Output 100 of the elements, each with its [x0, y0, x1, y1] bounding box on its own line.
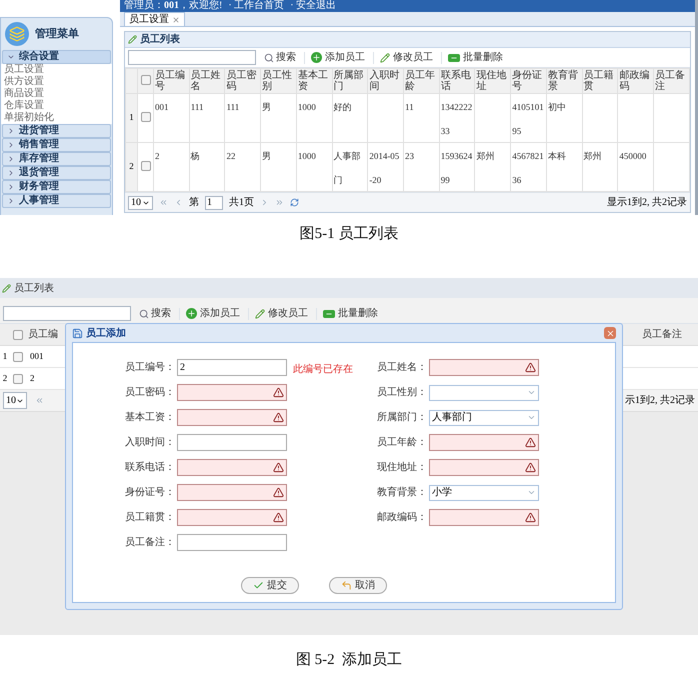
chevron-icon — [527, 388, 536, 397]
input-field[interactable] — [177, 509, 287, 526]
checkbox[interactable] — [140, 112, 150, 122]
page-size-select[interactable]: 10 — [3, 392, 27, 409]
search-icon — [139, 308, 149, 318]
column-header[interactable]: 入职时间 — [368, 68, 404, 94]
table-cell: 22 — [226, 151, 236, 161]
menu-section[interactable]: 销售管理 — [2, 138, 111, 152]
previous-page-icon[interactable] — [174, 198, 183, 207]
page-field[interactable]: 1 — [205, 196, 223, 210]
tab[interactable]: 员工设置 — [124, 12, 185, 26]
chevron-icon — [527, 488, 536, 497]
column-header[interactable]: 员工备注 — [642, 327, 698, 342]
logo-icon — [5, 22, 29, 46]
input-field[interactable] — [429, 459, 539, 476]
table-cell: 456782136 — [512, 151, 544, 185]
row-number: 2 — [2, 372, 8, 385]
menu-item[interactable]: 员工设置 — [1, 64, 112, 76]
table-cell: 11 — [405, 102, 414, 112]
first-page-icon[interactable] — [159, 198, 168, 207]
table-cell: 450000 — [619, 151, 646, 161]
toolbar-button[interactable]: 批量删除 — [441, 52, 503, 64]
checkbox[interactable] — [140, 75, 150, 85]
dialog-button[interactable]: 取消 — [329, 577, 387, 594]
page-summary: 示1到2, 共2记录 — [625, 394, 695, 408]
save-icon — [72, 328, 83, 338]
input-field[interactable] — [177, 409, 287, 426]
table-cell: 2 — [155, 151, 160, 161]
column-header[interactable]: 员工编 — [26, 327, 58, 342]
checkbox[interactable] — [140, 161, 150, 171]
last-page-icon[interactable] — [275, 198, 284, 207]
toolbar-button[interactable]: 修改员工 — [248, 308, 308, 320]
input-field[interactable] — [429, 359, 539, 376]
column-header[interactable]: 现住地址 — [474, 68, 511, 94]
panel-header: 员工列表 — [125, 32, 690, 48]
column-header[interactable]: 邮政编码 — [618, 68, 654, 94]
checkbox[interactable] — [13, 330, 23, 340]
dialog-button[interactable]: 提交 — [241, 577, 299, 594]
checkbox[interactable] — [13, 374, 23, 384]
plus-icon — [311, 52, 322, 63]
column-header[interactable]: 所属部门 — [332, 68, 368, 94]
toolbar-button[interactable]: 修改员工 — [373, 52, 433, 64]
menu-section[interactable]: 进货管理 — [2, 124, 111, 138]
input-field[interactable] — [177, 459, 287, 476]
menu-item[interactable]: 商品设置 — [1, 88, 112, 100]
search-field[interactable] — [128, 50, 256, 65]
input-field[interactable] — [429, 434, 539, 451]
menu-section[interactable]: 人事管理 — [2, 194, 111, 208]
input-field[interactable] — [177, 484, 287, 501]
column-header[interactable]: 员工备注 — [654, 68, 690, 94]
menu-section[interactable]: 库存管理 — [2, 152, 111, 166]
menu-item[interactable]: 仓库设置 — [1, 100, 112, 112]
column-header[interactable]: 员工姓名 — [189, 68, 225, 94]
toolbar-button[interactable]: 批量删除 — [316, 308, 378, 320]
select-field[interactable]: 小学 — [429, 484, 539, 500]
input-field[interactable] — [177, 534, 287, 551]
select-field[interactable]: 人事部门 — [429, 410, 539, 426]
search-button[interactable]: 搜索 — [139, 308, 171, 320]
menu-section[interactable]: 综合设置 — [2, 50, 111, 64]
select-field[interactable] — [429, 384, 539, 400]
warning-icon — [273, 462, 284, 473]
column-header[interactable]: 员工年龄 — [404, 68, 440, 94]
chevron-icon — [7, 53, 15, 61]
refresh-icon[interactable] — [290, 198, 299, 207]
field-label: 员工性别： — [376, 386, 428, 400]
column-header[interactable]: 联系电话 — [439, 68, 475, 94]
toolbar-button[interactable]: 添加员工 — [304, 52, 365, 64]
search-button[interactable]: 搜索 — [264, 52, 296, 64]
search-field[interactable] — [3, 306, 131, 321]
input-field[interactable] — [429, 509, 539, 526]
input-field[interactable] — [177, 384, 287, 401]
input-field[interactable] — [177, 434, 287, 451]
page-size-select[interactable]: 10 — [128, 196, 153, 210]
menu-section[interactable]: 财务管理 — [2, 180, 111, 194]
menu-item[interactable]: 单据初始化 — [1, 112, 112, 124]
first-page-icon[interactable] — [35, 396, 44, 405]
field-label: 员工密码： — [124, 386, 176, 400]
menu-item[interactable]: 供方设置 — [1, 76, 112, 88]
plus-icon — [186, 308, 197, 319]
input-field[interactable]: 2 — [177, 359, 287, 376]
close-icon[interactable] — [172, 16, 180, 24]
next-page-icon[interactable] — [260, 198, 269, 207]
sidebar-title: 管理菜单 — [35, 26, 79, 42]
column-header[interactable]: 教育背景 — [546, 68, 582, 94]
warning-icon — [273, 512, 284, 523]
column-header[interactable]: 员工编号 — [154, 68, 190, 94]
field-label: 邮政编码： — [376, 510, 428, 525]
menu-section[interactable]: 退货管理 — [2, 166, 111, 180]
toolbar-button[interactable]: 添加员工 — [179, 308, 240, 320]
column-header[interactable]: 员工性别 — [260, 68, 296, 94]
table-cell: 2014-05-20 — [369, 151, 400, 185]
column-header[interactable]: 员工密码 — [224, 68, 261, 94]
pencil-icon — [128, 35, 137, 44]
column-header[interactable]: 身份证号 — [510, 68, 546, 94]
close-button[interactable] — [604, 327, 616, 339]
column-header[interactable]: 基本工资 — [296, 68, 332, 94]
checkbox[interactable] — [13, 352, 23, 362]
figure-caption: 图5-1 员工列表 — [300, 224, 398, 244]
column-header[interactable]: 员工籍贯 — [582, 68, 618, 94]
top-link[interactable]: · 工作台首页 — [228, 0, 284, 12]
